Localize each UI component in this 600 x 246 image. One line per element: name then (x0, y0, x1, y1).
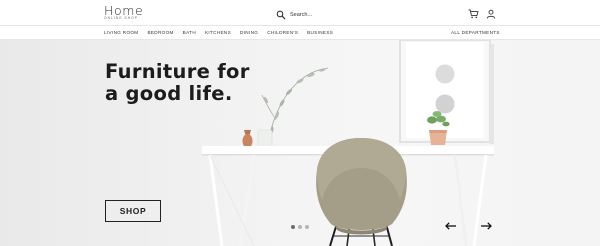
logo[interactable]: Home ONLINE SHOP (104, 4, 143, 20)
nav-item-kitchens[interactable]: KITCHENS (205, 30, 231, 35)
hero-headline-line-1: Furniture for (105, 60, 250, 83)
nav-item-business[interactable]: BUSINESS (307, 30, 333, 35)
nav-item-living-room[interactable]: LIVING ROOM (104, 30, 138, 35)
nav-list: LIVING ROOM BEDROOM BATH KITCHENS DINING… (104, 26, 342, 39)
all-departments-link[interactable]: ALL DEPARTMENTS (451, 26, 500, 39)
arrow-left-icon[interactable] (445, 222, 457, 230)
hero-image (202, 40, 494, 246)
carousel-dot-2[interactable] (298, 225, 302, 229)
search-input[interactable] (290, 11, 350, 18)
carousel-dot-3[interactable] (305, 225, 309, 229)
top-header: Home ONLINE SHOP (0, 0, 600, 25)
logo-tagline: ONLINE SHOP (104, 16, 139, 20)
carousel-indicators (291, 225, 312, 229)
nav-item-dining[interactable]: DINING (240, 30, 258, 35)
search-icon[interactable] (276, 10, 286, 20)
arrow-right-icon[interactable] (480, 222, 492, 230)
search-bar (276, 9, 350, 20)
shop-button[interactable]: SHOP (105, 200, 161, 222)
hero-banner: Furniture for a good life. SHOP (0, 40, 600, 246)
hero-headline-line-2: a good life. (105, 82, 233, 105)
nav-item-bedroom[interactable]: BEDROOM (147, 30, 173, 35)
hero-headline: Furniture for a good life. (105, 61, 250, 105)
nav-item-bath[interactable]: BATH (183, 30, 196, 35)
main-navigation: LIVING ROOM BEDROOM BATH KITCHENS DINING… (0, 25, 600, 40)
user-icon[interactable] (486, 9, 496, 19)
cart-icon[interactable] (468, 9, 479, 19)
nav-item-childrens[interactable]: CHILDREN'S (267, 30, 298, 35)
carousel-dot-1[interactable] (291, 225, 295, 229)
